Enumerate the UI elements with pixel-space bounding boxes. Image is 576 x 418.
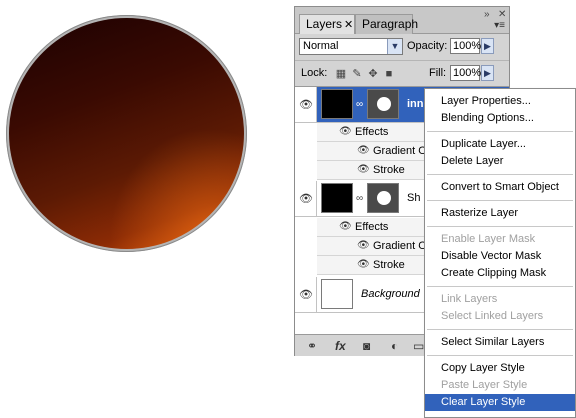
menu-item-delete-layer[interactable]: Delete Layer [425,153,575,170]
layer-name[interactable]: inn [407,98,424,110]
panel-menu-icon[interactable]: ▾≡ [494,20,505,31]
menu-separator [427,131,573,132]
vector-mask-thumbnail [367,183,399,213]
menu-item-disable-vector-mask[interactable]: Disable Vector Mask [425,248,575,265]
eye-icon[interactable]: 👁 [357,145,370,156]
menu-item-create-clipping-mask[interactable]: Create Clipping Mask [425,265,575,282]
lock-label: Lock: [301,67,328,79]
menu-item-rasterize-layer[interactable]: Rasterize Layer [425,205,575,222]
tab-layers-label: Layers [306,17,343,31]
eye-icon[interactable]: 👁 [295,192,317,205]
lock-row: Lock: ▦ ✎ ✥ ■ Fill: 100% ▶ [295,60,509,86]
layer-thumbnail [321,183,353,213]
tab-paragraph-label: Paragraph [362,17,419,31]
layer-visibility-cell[interactable]: 👁 [295,277,317,312]
panel-tab-bar: Layers ✕ Paragraph » ✕ ▾≡ [295,7,509,34]
menu-separator [427,286,573,287]
blend-mode-value: Normal [303,40,339,52]
new-group-icon[interactable]: ▭ [413,339,424,353]
opacity-label: Opacity: [407,40,448,52]
menu-separator [427,355,573,356]
menu-item-convert-smart-object[interactable]: Convert to Smart Object [425,179,575,196]
effect-name: Stroke [373,259,405,271]
menu-item-blending-options[interactable]: Blending Options... [425,110,575,127]
menu-item-layer-properties[interactable]: Layer Properties... [425,93,575,110]
effects-label: Effects [355,126,389,138]
menu-item-link-layers: Link Layers [441,293,498,305]
effects-label: Effects [355,221,389,233]
eye-icon[interactable]: 👁 [295,288,317,301]
layer-name[interactable]: Sh [407,192,420,204]
canvas-circle-artwork [6,15,247,252]
close-tab-icon[interactable]: ✕ [344,19,353,31]
lock-position-icon[interactable]: ✥ [367,68,379,80]
vector-mask-thumbnail [367,89,399,119]
layer-thumbnail [321,279,353,309]
eye-icon[interactable]: 👁 [295,98,317,111]
menu-item-duplicate-layer[interactable]: Duplicate Layer... [425,136,575,153]
lock-transparency-icon[interactable]: ▦ [335,68,347,80]
layer-thumbnail [321,89,353,119]
menu-item-enable-layer-mask: Enable Layer Mask [441,233,536,245]
layer-name[interactable]: Background [361,288,420,300]
menu-item-copy-layer-style[interactable]: Copy Layer Style [425,360,575,377]
eye-icon[interactable]: 👁 [357,240,370,251]
gradient-circle [9,18,244,249]
eye-icon[interactable]: 👁 [357,259,370,270]
eye-icon[interactable]: 👁 [339,126,352,137]
adjustment-layer-icon[interactable]: ◐ [391,339,398,353]
fill-input[interactable]: 100% [450,65,481,81]
lock-all-icon[interactable]: ■ [383,68,395,80]
opacity-input[interactable]: 100% [450,38,481,54]
menu-separator [427,329,573,330]
menu-item-select-similar-layers[interactable]: Select Similar Layers [425,334,575,351]
opacity-slider-arrow-icon[interactable]: ▶ [481,38,494,54]
menu-separator [427,174,573,175]
menu-item-select-linked-layers: Select Linked Layers [441,310,544,322]
link-icon[interactable]: ∞ [356,193,363,204]
add-mask-icon[interactable]: ◙ [363,339,370,353]
menu-separator [427,226,573,227]
chevron-down-icon[interactable]: ▼ [387,39,402,54]
fill-label: Fill: [429,67,447,79]
link-icon[interactable]: ∞ [356,99,363,110]
menu-separator [427,200,573,201]
fx-icon[interactable]: fx [335,339,346,353]
effect-name: Stroke [373,164,405,176]
close-panel-icon[interactable]: ✕ [498,9,506,20]
effect-name: Gradient O [373,240,427,252]
blend-options-row: Normal ▼ Opacity: 100% ▶ [295,35,509,59]
fill-slider-arrow-icon[interactable]: ▶ [481,65,494,81]
layer-context-menu: Layer Properties... Blending Options... … [424,88,576,418]
link-layers-icon[interactable]: ⚭ [307,339,317,353]
lock-image-icon[interactable]: ✎ [351,68,363,80]
blend-mode-select[interactable]: Normal ▼ [299,38,403,55]
layer-visibility-cell[interactable]: 👁 [295,87,317,122]
eye-icon[interactable]: 👁 [357,164,370,175]
collapse-panel-icon[interactable]: » [484,9,490,20]
layer-visibility-cell[interactable]: 👁 [295,181,317,216]
menu-item-paste-layer-style: Paste Layer Style [441,379,528,391]
menu-item-clear-layer-style[interactable]: Clear Layer Style [425,394,575,411]
effect-name: Gradient O [373,145,427,157]
tab-layers[interactable]: Layers ✕ [299,14,355,34]
tab-paragraph[interactable]: Paragraph [355,14,418,34]
eye-icon[interactable]: 👁 [339,221,352,232]
